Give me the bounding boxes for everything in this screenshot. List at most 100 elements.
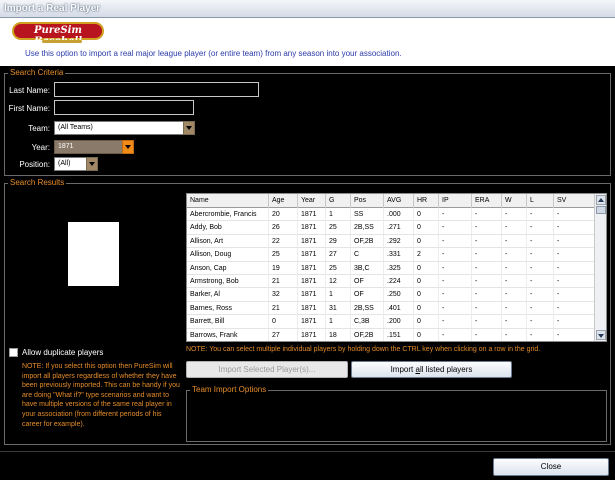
table-cell: 1871 — [298, 288, 326, 302]
table-cell: Abercrombie, Francis — [187, 208, 269, 221]
grid-column-header[interactable]: Age — [269, 194, 298, 208]
table-cell: - — [527, 275, 554, 288]
table-cell: Anson, Cap — [187, 261, 269, 275]
first-name-input[interactable] — [54, 100, 194, 115]
grid-scrollbar[interactable] — [594, 194, 606, 341]
table-cell: 25 — [269, 248, 298, 262]
allow-duplicates-checkbox[interactable] — [9, 348, 18, 357]
table-row[interactable]: Addy, Bob 26 1871 25 2B,SS .271 0- - - - - — [187, 221, 595, 235]
table-cell: OF — [351, 275, 384, 288]
grid-column-header[interactable]: HR — [414, 194, 439, 208]
table-cell: - — [527, 234, 554, 248]
table-cell: C — [351, 248, 384, 262]
position-dropdown[interactable]: (All) — [54, 157, 98, 171]
team-dropdown[interactable]: (All Teams) — [54, 121, 195, 135]
table-cell: 0 — [414, 234, 439, 248]
search-results-label: Search Results — [8, 178, 67, 187]
table-cell: Barnes, Ross — [187, 301, 269, 315]
footer-divider — [0, 451, 615, 452]
table-cell: - — [502, 234, 527, 248]
table-cell: .331 — [384, 248, 414, 262]
scroll-thumb[interactable] — [596, 206, 606, 214]
scroll-down-icon[interactable] — [596, 330, 606, 340]
import-selected-button[interactable]: Import Selected Player(s)... — [186, 361, 348, 378]
table-cell: - — [502, 301, 527, 315]
table-cell: 25 — [326, 261, 351, 275]
allow-duplicates-label[interactable]: Allow duplicate players — [22, 348, 103, 357]
scroll-up-icon[interactable] — [596, 195, 606, 205]
table-cell: 22 — [269, 234, 298, 248]
results-grid[interactable]: Name Age Year G Pos AVG HR IP ERA W L SV Abercrombi… — [186, 193, 607, 342]
grid-column-header[interactable]: W — [502, 194, 527, 208]
table-cell: - — [502, 315, 527, 329]
table-cell: 1871 — [298, 328, 326, 341]
grid-column-header[interactable]: IP — [439, 194, 472, 208]
grid-note: NOTE: You can select multiple individual… — [186, 346, 541, 353]
team-label: Team: — [28, 124, 50, 133]
table-cell: .224 — [384, 275, 414, 288]
table-cell: - — [554, 288, 595, 302]
team-dropdown-value: (All Teams) — [58, 124, 93, 131]
grid-column-header[interactable]: Pos — [351, 194, 384, 208]
table-cell: - — [472, 288, 502, 302]
table-row[interactable]: Anson, Cap 19 1871 25 3B,C .325 0- - - - - — [187, 261, 595, 275]
grid-column-header[interactable]: Name — [187, 194, 269, 208]
search-criteria-label: Search Criteria — [8, 68, 66, 77]
grid-column-header[interactable]: SV — [554, 194, 595, 208]
grid-column-header[interactable]: G — [326, 194, 351, 208]
grid-column-header[interactable]: Year — [298, 194, 326, 208]
table-row[interactable]: Barrows, Frank 27 1871 18 OF,2B .151 0- - - - - — [187, 328, 595, 341]
table-cell: - — [439, 288, 472, 302]
last-name-label: Last Name: — [9, 86, 50, 95]
table-cell: 2B,SS — [351, 301, 384, 315]
table-cell: 1871 — [298, 301, 326, 315]
grid-column-header[interactable]: ERA — [472, 194, 502, 208]
title-bar: Import a Real Player — [0, 0, 615, 18]
table-cell: 32 — [269, 288, 298, 302]
table-cell: - — [554, 221, 595, 235]
last-name-input[interactable] — [54, 82, 259, 97]
position-label: Position: — [19, 160, 50, 169]
table-row[interactable]: Barker, Al 32 1871 1 OF .250 0- - - - - — [187, 288, 595, 302]
table-cell: - — [502, 328, 527, 341]
table-cell: - — [439, 234, 472, 248]
import-all-button[interactable]: Import all listed players — [351, 361, 512, 378]
table-cell: - — [527, 261, 554, 275]
grid-column-header[interactable]: L — [527, 194, 554, 208]
table-cell: - — [472, 261, 502, 275]
table-cell: 1 — [326, 315, 351, 329]
table-row[interactable]: Armstrong, Bob 21 1871 12 OF .224 0- - - - - — [187, 275, 595, 289]
table-row[interactable]: Allison, Doug 25 1871 27 C .331 2- - - - - — [187, 248, 595, 262]
table-cell: 21 — [269, 301, 298, 315]
table-cell: .250 — [384, 288, 414, 302]
close-button[interactable]: Close — [493, 458, 609, 476]
table-row[interactable]: Abercrombie, Francis 20 1871 1 SS .000 0- - - - - — [187, 208, 595, 222]
table-cell: - — [472, 315, 502, 329]
chevron-down-icon[interactable] — [86, 157, 98, 171]
table-cell: - — [439, 261, 472, 275]
chevron-down-icon[interactable] — [183, 121, 195, 135]
table-cell: - — [439, 301, 472, 315]
year-dropdown[interactable]: 1871 — [54, 140, 134, 154]
table-cell: - — [502, 221, 527, 235]
table-cell: - — [439, 248, 472, 262]
table-cell: - — [554, 208, 595, 221]
table-row[interactable]: Allison, Art 22 1871 29 OF,2B .292 0- - - - - — [187, 234, 595, 249]
table-cell: 1 — [326, 208, 351, 221]
table-cell: C,3B — [351, 315, 384, 329]
table-cell: - — [527, 301, 554, 315]
puresim-logo: PureSim Baseball — [12, 22, 104, 47]
table-cell: 1871 — [298, 234, 326, 248]
grid-column-header[interactable]: AVG — [384, 194, 414, 208]
chevron-down-icon[interactable] — [122, 140, 134, 154]
table-cell: - — [554, 315, 595, 329]
table-cell: - — [527, 288, 554, 302]
table-row[interactable]: Barnes, Ross 21 1871 31 2B,SS .401 0- - - - - — [187, 301, 595, 316]
table-cell: Armstrong, Bob — [187, 275, 269, 288]
table-cell: 0 — [269, 315, 298, 329]
table-cell: - — [554, 301, 595, 315]
table-cell: - — [554, 248, 595, 262]
table-cell: .325 — [384, 261, 414, 275]
table-row[interactable]: Barrett, Bill 0 1871 1 C,3B .200 0- - - - - — [187, 315, 595, 329]
banner: PureSim Baseball Use this option to impo… — [0, 18, 615, 66]
